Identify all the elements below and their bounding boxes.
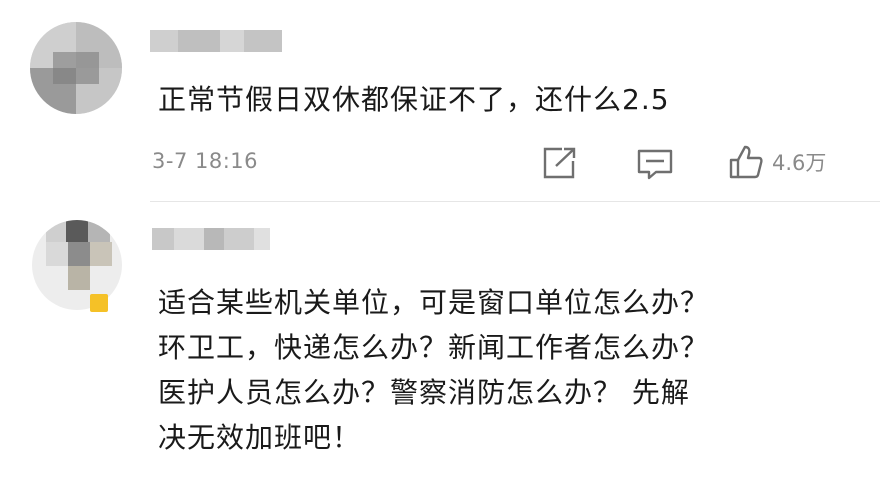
like-count: 4.6万	[772, 151, 827, 175]
comment-item: 适合某些机关单位，可是窗口单位怎么办？ 环卫工，快递怎么办？新闻工作者怎么办？ …	[0, 202, 880, 484]
comment-time: 3-7 18:16	[152, 149, 258, 173]
badge-icon	[90, 294, 108, 312]
like-icon	[729, 145, 763, 179]
comment-text: 正常节假日双休都保证不了，还什么2.5	[158, 83, 670, 116]
comment-button[interactable]	[636, 148, 674, 180]
comment-text: 适合某些机关单位，可是窗口单位怎么办？ 环卫工，快递怎么办？新闻工作者怎么办？ …	[158, 286, 710, 454]
like-button[interactable]: 4.6万	[728, 144, 826, 180]
avatar[interactable]	[32, 220, 122, 310]
share-button[interactable]	[542, 146, 578, 180]
comment-item: 正常节假日双休都保证不了，还什么2.5 3-7 18:16 4.6万	[0, 0, 880, 200]
username-blurred[interactable]	[150, 30, 282, 52]
share-icon	[543, 147, 576, 179]
username-blurred[interactable]	[152, 228, 270, 250]
avatar[interactable]	[30, 22, 122, 114]
comment-icon	[637, 149, 673, 180]
